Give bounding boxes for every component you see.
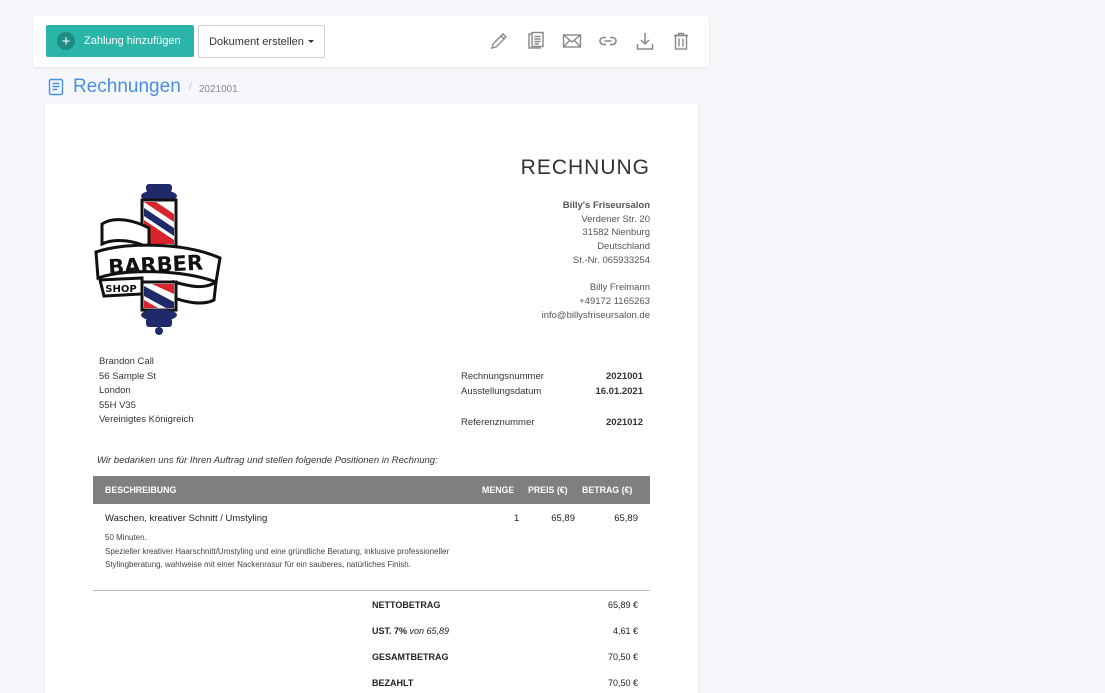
total-vat-row: UST. 7% von 65,89 4,61 € (372, 626, 638, 652)
create-document-dropdown[interactable]: Dokument erstellen (198, 25, 325, 58)
net-value: 65,89 € (607, 600, 638, 610)
vat-value: 4,61 € (612, 626, 638, 636)
net-label: NETTOBETRAG (372, 600, 441, 610)
barber-shop-logo: BARBER SHOP (94, 184, 222, 335)
document-icon (48, 78, 64, 96)
trash-icon[interactable] (670, 30, 692, 52)
sender-city: 31582 Nienburg (582, 227, 650, 239)
breadcrumb: Rechnungen / 2021001 (47, 74, 238, 100)
item-title: Waschen, kreativer Schnitt / Umstyling (105, 513, 268, 524)
recipient-country: Vereinigtes Königreich (99, 414, 194, 426)
plus-icon: + (57, 32, 75, 50)
vat-base: von 65,89 (409, 626, 450, 636)
item-amount: 65,89 (614, 513, 638, 524)
paid-value: 70,50 € (607, 678, 638, 688)
invoice-number-label: Rechnungsnummer (461, 371, 544, 382)
items-table-header: BESCHREIBUNG MENGE PREIS (€) BETRAG (€) (93, 476, 650, 504)
breadcrumb-separator: / (188, 81, 192, 93)
recipient-street: 56 Sample St (99, 370, 157, 382)
logo-text-shop: SHOP (105, 284, 136, 295)
column-price: PREIS (€) (528, 485, 568, 495)
invoice-intro-text: Wir bedanken uns für Ihren Auftrag und s… (97, 455, 438, 466)
pencil-icon[interactable] (488, 30, 510, 52)
column-quantity: MENGE (482, 485, 515, 495)
create-document-label: Dokument erstellen (209, 35, 304, 48)
total-gross-row: GESAMTBETRAG 70,50 € (372, 652, 638, 678)
invoice-totals: NETTOBETRAG 65,89 € UST. 7% von 65,89 4,… (372, 600, 638, 693)
total-paid-row: BEZAHLT 70,50 € (372, 678, 638, 693)
breadcrumb-invoices-link[interactable]: Rechnungen (73, 76, 181, 98)
issue-date-label: Ausstellungsdatum (461, 386, 542, 397)
invoice-number: 2021001 (606, 371, 643, 382)
sender-company: Billy's Friseursalon (562, 200, 650, 211)
toolbar: + Zahlung hinzufügen Dokument erstellen (33, 16, 709, 67)
breadcrumb-invoice-id: 2021001 (198, 83, 238, 95)
item-price: 65,89 (551, 513, 575, 524)
copy-icon[interactable] (525, 30, 547, 52)
recipient-city: London (99, 385, 131, 397)
add-payment-button[interactable]: + Zahlung hinzufügen (46, 25, 194, 57)
recipient-postcode: 55H V35 (99, 399, 136, 411)
sender-email: info@billysfriseursalon.de (541, 309, 650, 321)
paid-label: BEZAHLT (372, 678, 414, 688)
vat-label: UST. 7% (372, 626, 408, 636)
item-duration: 50 Minuten. (105, 533, 147, 542)
gross-label: GESAMTBETRAG (372, 652, 449, 662)
sender-country: Deutschland (597, 241, 650, 253)
add-payment-label: Zahlung hinzufügen (84, 35, 181, 47)
reference-number: 2021012 (606, 417, 643, 428)
issue-date: 16.01.2021 (595, 386, 643, 397)
item-quantity: 1 (514, 513, 520, 524)
sender-contact: Billy Freimann (589, 282, 650, 294)
recipient-address: Brandon Call 56 Sample St London 55H V35… (99, 355, 194, 428)
invoice-title: RECHNUNG (520, 156, 650, 179)
sender-phone: +49172 1165263 (579, 295, 650, 307)
item-note: 50 Minuten. Spezieller kreativer Haarsch… (105, 531, 485, 572)
column-amount: BETRAG (€) (582, 485, 633, 495)
link-icon[interactable] (597, 30, 619, 52)
caret-down-icon (307, 40, 314, 43)
total-net-row: NETTOBETRAG 65,89 € (372, 600, 638, 626)
column-description: BESCHREIBUNG (105, 485, 177, 495)
download-icon[interactable] (634, 30, 656, 52)
recipient-name: Brandon Call (99, 356, 154, 367)
invoice-meta: Rechnungsnummer 2021001 Ausstellungsdatu… (461, 371, 643, 432)
reference-number-label: Referenznummer (461, 417, 535, 428)
sender-street: Verdener Str. 20 (581, 213, 650, 225)
sender-address: Billy's Friseursalon Verdener Str. 20 31… (542, 199, 650, 322)
sender-tax-number: St.-Nr. 065933254 (572, 254, 650, 266)
logo-text-barber: BARBER (108, 251, 204, 280)
invoice-document: RECHNUNG BARBER SHOP Billy's Friseursalo… (45, 104, 698, 693)
gross-value: 70,50 € (607, 652, 638, 662)
item-description: Spezieller kreativer Haarschnitt/Umstyli… (105, 546, 450, 570)
table-divider (93, 590, 650, 591)
mail-icon[interactable] (561, 30, 583, 52)
